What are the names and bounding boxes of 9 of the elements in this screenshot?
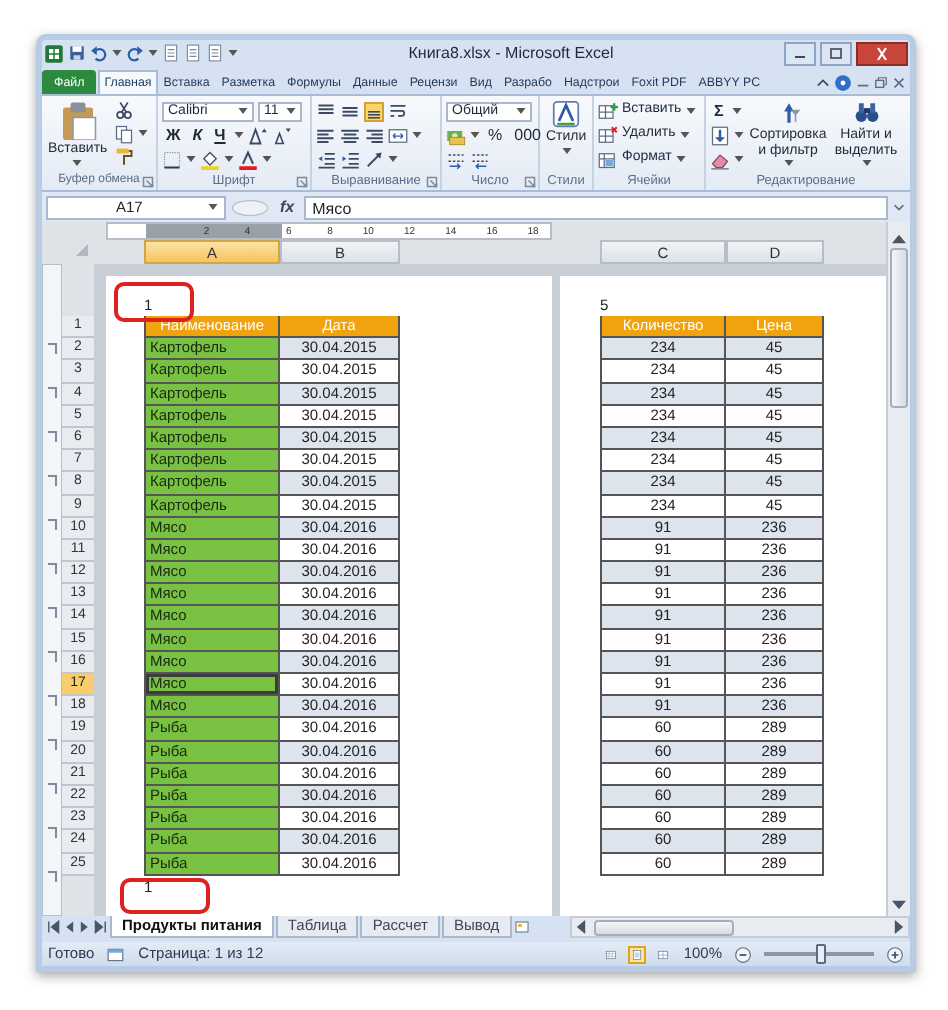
window-title: Книга8.xlsx - Microsoft Excel [408, 41, 614, 65]
italic-button[interactable]: К [188, 125, 207, 145]
formula-field[interactable]: Мясо [304, 195, 888, 219]
percent-button[interactable]: % [484, 125, 507, 145]
underline-button[interactable]: Ч [210, 125, 230, 145]
bold-button[interactable]: Ж [162, 125, 185, 145]
thousands-button[interactable]: 000 [510, 125, 545, 145]
autosum-button[interactable]: Σ [710, 101, 728, 121]
insert-function-button[interactable]: fx [274, 195, 301, 219]
